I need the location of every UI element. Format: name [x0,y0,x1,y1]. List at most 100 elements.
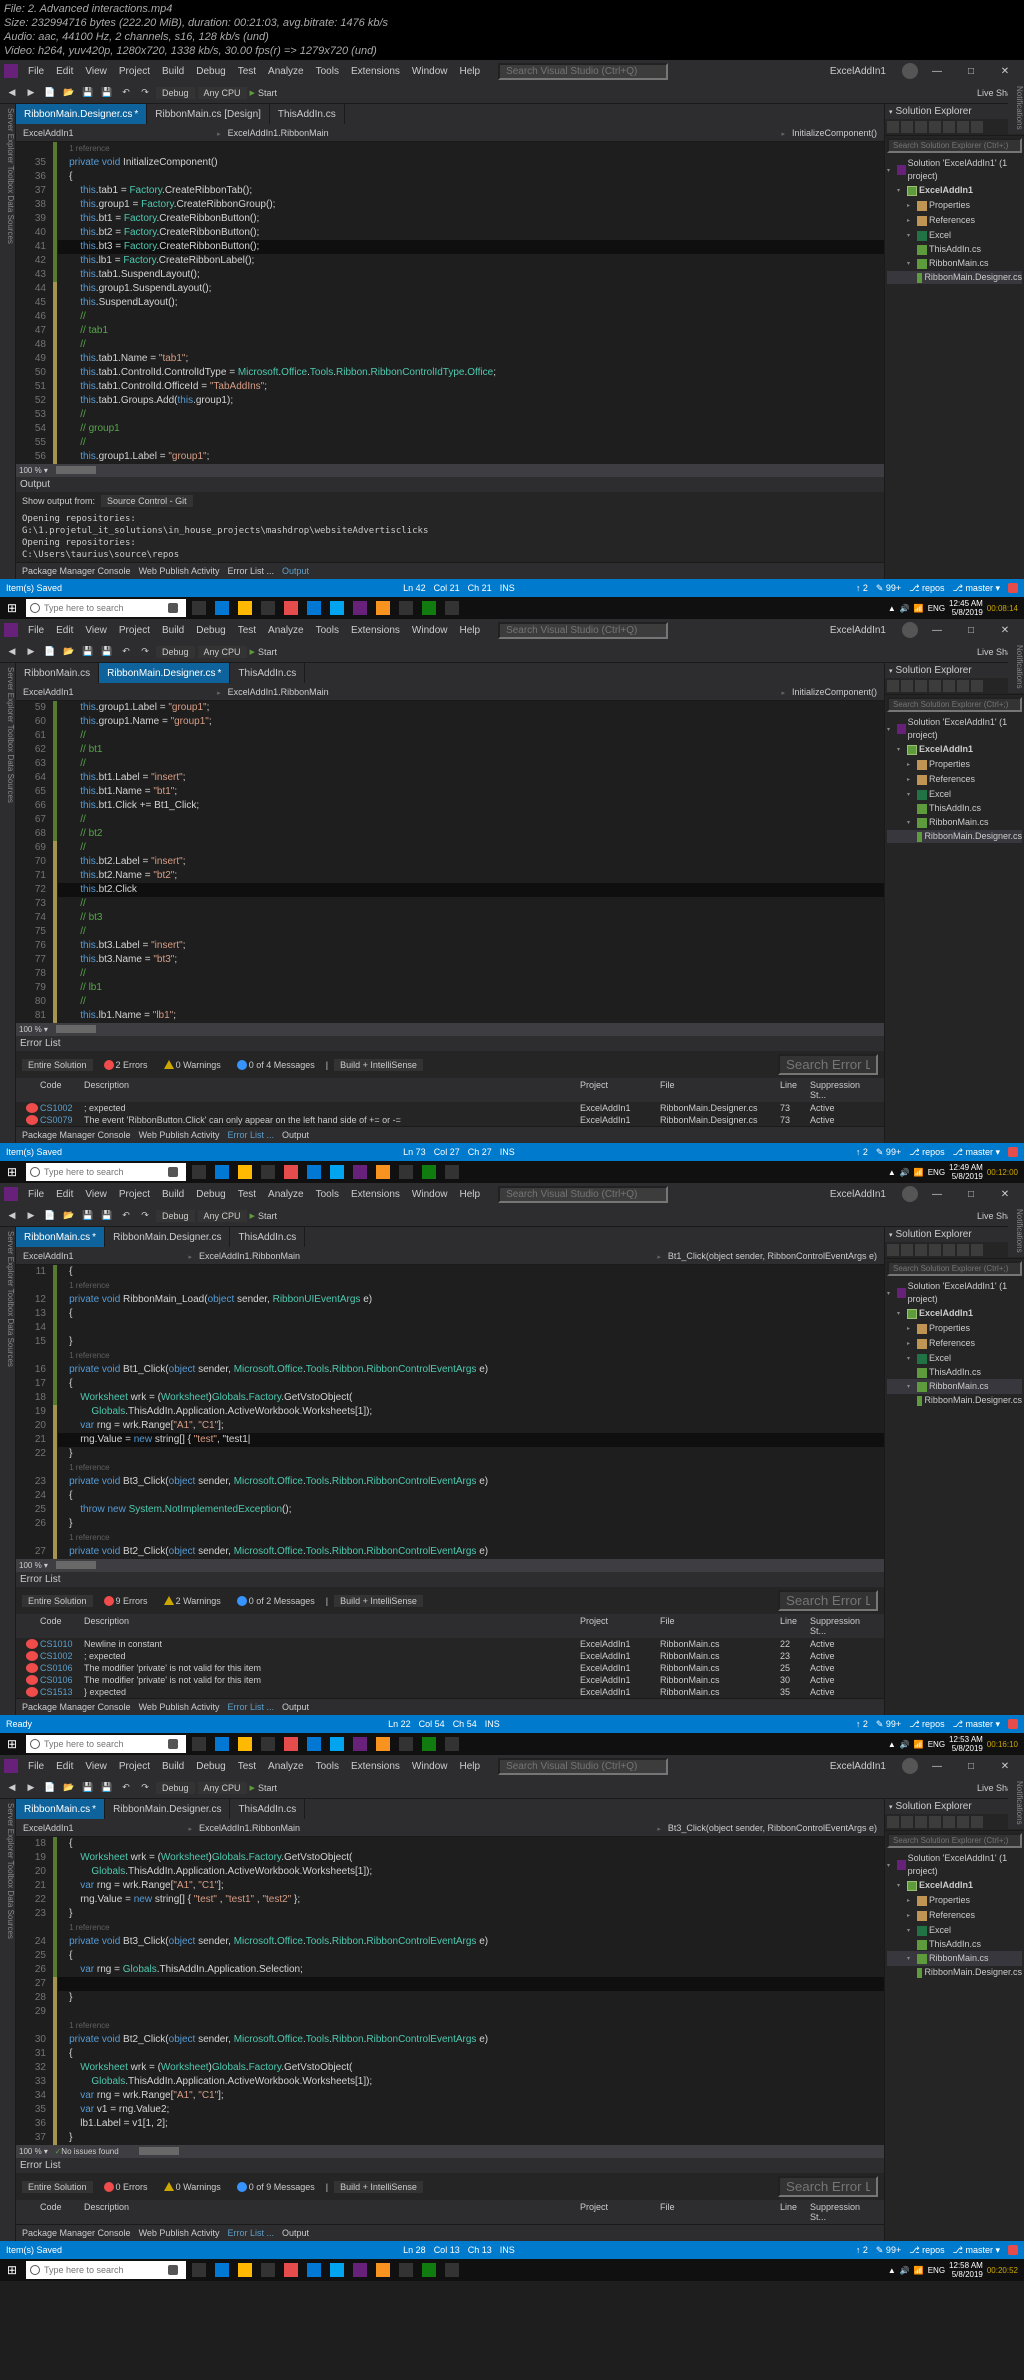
menu-edit[interactable]: Edit [50,66,79,77]
menu-debug[interactable]: Debug [190,66,231,77]
menu-extensions[interactable]: Extensions [345,66,406,77]
menu-debug[interactable]: Debug [190,1761,231,1772]
output-body: Opening repositories:G:\1.projetul_it_so… [16,510,884,562]
menu-file[interactable]: File [22,66,50,77]
menu-help[interactable]: Help [453,66,486,77]
menu-test[interactable]: Test [232,1189,262,1200]
build-filter-dropdown[interactable]: Build + IntelliSense [334,1059,423,1071]
menu-analyze[interactable]: Analyze [262,625,310,636]
status-ln: Ln 42 [403,583,426,593]
menu-test[interactable]: Test [232,1761,262,1772]
tab-designer[interactable]: RibbonMain.Designer.cs [16,104,147,124]
menu-tools[interactable]: Tools [310,625,345,636]
screenshot-2: FileEditViewProjectBuildDebugTestAnalyze… [0,619,1024,1183]
start-button[interactable]: Start [250,88,277,98]
menu-build[interactable]: Build [156,1189,190,1200]
video-timestamp: 00:08:14 [987,604,1018,613]
menu-bar: FileEditViewProjectBuildDebugTestAnalyze… [22,61,486,81]
config-dropdown[interactable]: Debug [156,87,195,99]
menu-window[interactable]: Window [406,625,454,636]
menu-extensions[interactable]: Extensions [345,625,406,636]
output-panel: Output Show output from: Source Control … [16,476,884,562]
code-editor[interactable]: 3536373839404142434445464748495051525354… [16,142,884,464]
menu-debug[interactable]: Debug [190,625,231,636]
maximize-button[interactable]: □ [956,66,986,77]
error-search[interactable] [778,1054,878,1075]
menu-project[interactable]: Project [113,1189,156,1200]
close-button[interactable]: ✕ [990,66,1020,77]
error-scope-dropdown[interactable]: Entire Solution [22,1059,93,1071]
menu-help[interactable]: Help [453,1189,486,1200]
solexp-search[interactable] [887,138,1022,153]
menu-edit[interactable]: Edit [50,1189,79,1200]
menu-extensions[interactable]: Extensions [345,1189,406,1200]
menu-help[interactable]: Help [453,1761,486,1772]
menu-test[interactable]: Test [232,625,262,636]
warnings-filter[interactable]: 0 Warnings [159,1059,226,1071]
platform-dropdown[interactable]: Any CPU [198,87,247,99]
menu-file[interactable]: File [22,1189,50,1200]
taskbar-search[interactable] [26,599,186,617]
h-scroll[interactable]: 100 % ▾ [16,464,884,476]
output-source-dropdown[interactable]: Source Control - Git [101,495,193,507]
messages-filter[interactable]: 0 of 4 Messages [232,1059,320,1071]
menu-build[interactable]: Build [156,1761,190,1772]
menu-tools[interactable]: Tools [310,1761,345,1772]
menu-project[interactable]: Project [113,625,156,636]
menu-view[interactable]: View [79,1189,113,1200]
new-icon[interactable]: 📄 [42,85,58,101]
redo-icon[interactable]: ↷ [137,85,153,101]
minimize-button[interactable]: — [922,66,952,77]
menu-project[interactable]: Project [113,66,156,77]
notification-bell-icon[interactable] [1008,583,1018,593]
open-icon[interactable]: 📂 [61,85,77,101]
menu-view[interactable]: View [79,1761,113,1772]
notifications-rail[interactable]: Notifications [1008,82,1024,134]
quick-launch[interactable] [498,63,668,80]
menu-analyze[interactable]: Analyze [262,1761,310,1772]
undo-icon[interactable]: ↶ [118,85,134,101]
start-menu-button[interactable] [0,597,24,619]
menu-window[interactable]: Window [406,1189,454,1200]
menu-view[interactable]: View [79,625,113,636]
menu-window[interactable]: Window [406,66,454,77]
menu-analyze[interactable]: Analyze [262,1189,310,1200]
bc-project[interactable]: ExcelAddIn1 [20,128,77,138]
bc-method[interactable]: InitializeComponent() [789,128,880,138]
menu-analyze[interactable]: Analyze [262,66,310,77]
menu-edit[interactable]: Edit [50,625,79,636]
menu-help[interactable]: Help [453,625,486,636]
menu-tools[interactable]: Tools [310,66,345,77]
tab-design[interactable]: RibbonMain.cs [Design] [147,104,270,124]
tab-thisaddin[interactable]: ThisAddIn.cs [270,104,345,124]
status-left: Item(s) Saved [6,583,62,593]
menu-build[interactable]: Build [156,625,190,636]
menu-project[interactable]: Project [113,1761,156,1772]
status-ins: INS [500,583,515,593]
menu-extensions[interactable]: Extensions [345,1761,406,1772]
vs-icon [4,64,18,78]
errors-filter[interactable]: 2 Errors [99,1059,153,1071]
menu-file[interactable]: File [22,625,50,636]
bc-class[interactable]: ExcelAddIn1.RibbonMain [225,128,332,138]
search-icon [30,603,40,613]
save-icon[interactable]: 💾 [80,85,96,101]
menu-file[interactable]: File [22,1761,50,1772]
nav-back-icon[interactable]: ◀ [4,85,20,101]
title-bar: FileEditViewProjectBuildDebugTestAnalyze… [0,60,1024,82]
left-rail[interactable]: Server Explorer Toolbox Data Sources [0,104,16,579]
menu-edit[interactable]: Edit [50,1761,79,1772]
error-list-panel: Error List Entire Solution 2 Errors 0 Wa… [16,1035,884,1126]
menu-build[interactable]: Build [156,66,190,77]
nav-fwd-icon[interactable]: ▶ [23,85,39,101]
menu-debug[interactable]: Debug [190,1189,231,1200]
breadcrumb: ExcelAddIn1 ExcelAddIn1.RibbonMain Initi… [16,124,884,142]
menu-tools[interactable]: Tools [310,1189,345,1200]
menu-view[interactable]: View [79,66,113,77]
menu-test[interactable]: Test [232,66,262,77]
avatar[interactable] [902,63,918,79]
status-bar: Item(s) Saved Ln 42 Col 21 Ch 21 INS ↑ 2… [0,579,1024,597]
menu-window[interactable]: Window [406,1761,454,1772]
editor-tabs: RibbonMain.Designer.cs RibbonMain.cs [De… [16,104,884,124]
save-all-icon[interactable]: 💾 [99,85,115,101]
